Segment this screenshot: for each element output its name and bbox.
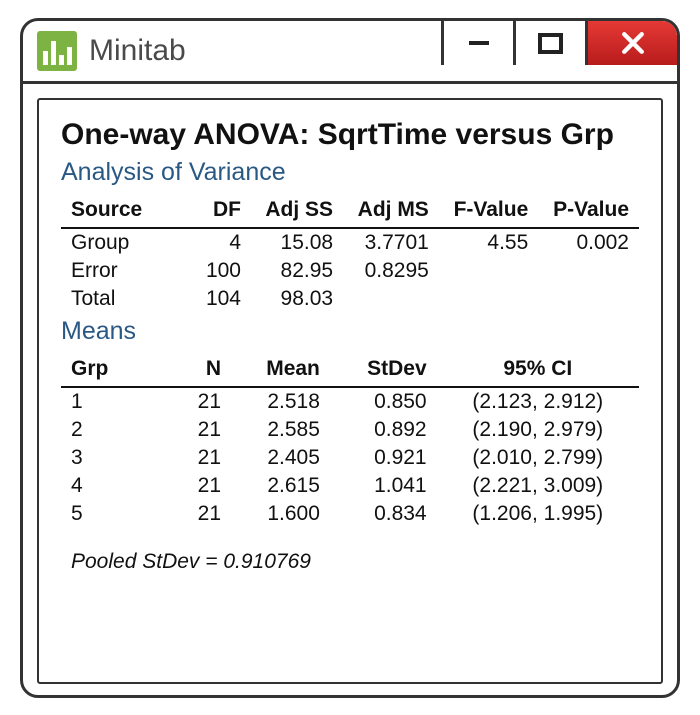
table-row: Group 4 15.08 3.7701 4.55 0.002: [61, 228, 639, 257]
table-row: 3 21 2.405 0.921 (2.010, 2.799): [61, 444, 639, 472]
page-title: One-way ANOVA: SqrtTime versus Grp: [61, 118, 639, 152]
output-panel: One-way ANOVA: SqrtTime versus Grp Analy…: [37, 98, 663, 684]
col-grp: Grp: [61, 354, 151, 387]
maximize-icon: [538, 33, 563, 54]
means-table: Grp N Mean StDev 95% CI 1 21 2.518 0.850…: [61, 354, 639, 528]
col-df: DF: [171, 195, 251, 228]
minitab-logo-icon: [37, 31, 77, 71]
maximize-button[interactable]: [513, 21, 585, 65]
app-title: Minitab: [89, 34, 186, 68]
table-row: 4 21 2.615 1.041 (2.221, 3.009): [61, 472, 639, 500]
col-source: Source: [61, 195, 171, 228]
col-pvalue: P-Value: [538, 195, 639, 228]
table-row: Total 104 98.03: [61, 285, 639, 313]
col-adjss: Adj SS: [251, 195, 343, 228]
close-button[interactable]: [585, 21, 677, 65]
table-row: 1 21 2.518 0.850 (2.123, 2.912): [61, 387, 639, 416]
col-fvalue: F-Value: [439, 195, 538, 228]
minimize-icon: [469, 41, 489, 45]
means-header-row: Grp N Mean StDev 95% CI: [61, 354, 639, 387]
col-stdev: StDev: [330, 354, 437, 387]
col-adjms: Adj MS: [343, 195, 439, 228]
anova-table: Source DF Adj SS Adj MS F-Value P-Value …: [61, 195, 639, 313]
close-icon: [618, 28, 648, 58]
minimize-button[interactable]: [441, 21, 513, 65]
table-row: 5 21 1.600 0.834 (1.206, 1.995): [61, 500, 639, 528]
table-row: Error 100 82.95 0.8295: [61, 257, 639, 285]
window-controls: [441, 21, 677, 81]
titlebar: Minitab: [23, 21, 677, 84]
section-means-title: Means: [61, 317, 639, 346]
col-n: N: [151, 354, 231, 387]
table-row: 2 21 2.585 0.892 (2.190, 2.979): [61, 416, 639, 444]
anova-header-row: Source DF Adj SS Adj MS F-Value P-Value: [61, 195, 639, 228]
pooled-stdev: Pooled StDev = 0.910769: [61, 550, 639, 574]
section-anova-title: Analysis of Variance: [61, 158, 639, 187]
col-ci: 95% CI: [437, 354, 639, 387]
col-mean: Mean: [231, 354, 330, 387]
app-window: Minitab One-way ANOVA: SqrtTime versus G…: [20, 18, 680, 698]
